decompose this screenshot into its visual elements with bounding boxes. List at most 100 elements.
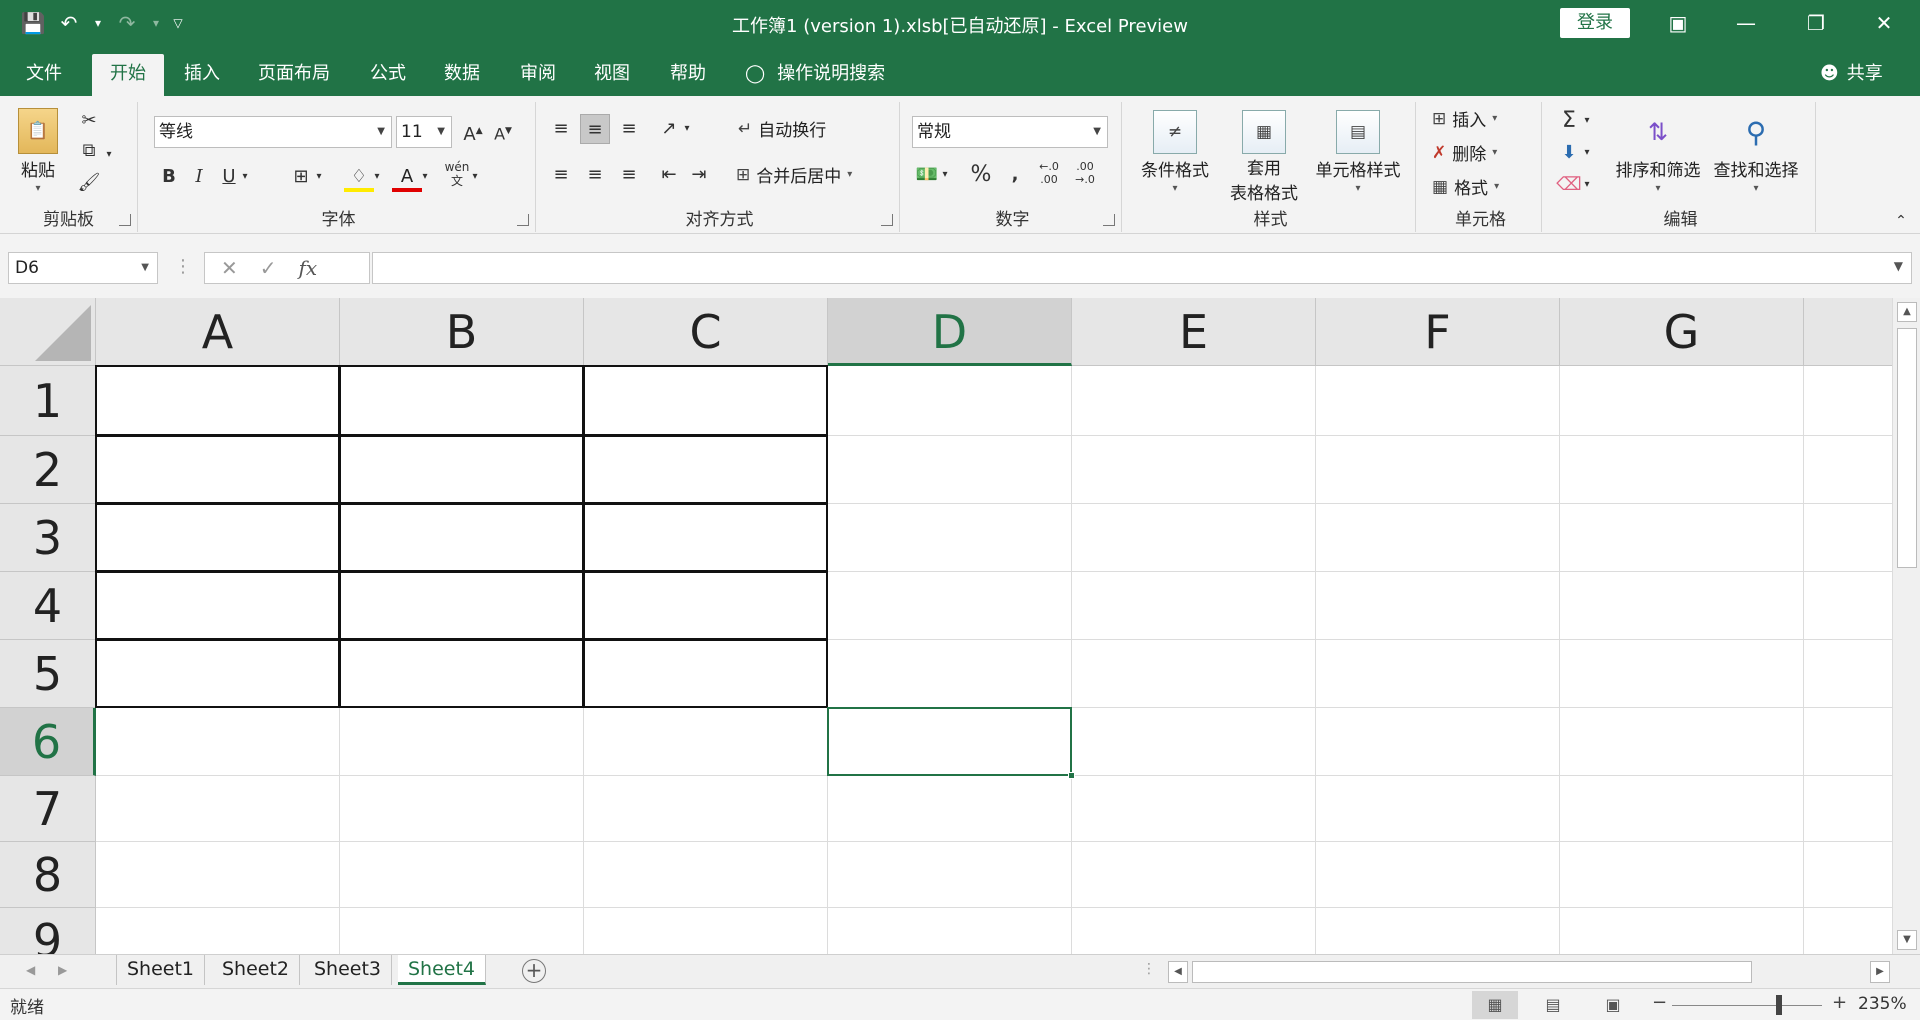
horizontal-scroll-thumb[interactable] [1192,961,1752,983]
column-header-g[interactable]: G [1560,298,1804,366]
more-options-icon[interactable]: ⋮ [168,252,198,282]
save-icon[interactable]: 💾 [20,8,46,38]
bottom-align-icon[interactable]: ≡ [614,114,644,144]
cell-d3[interactable] [828,504,1072,572]
scroll-right-icon[interactable]: ▶ [1870,961,1890,983]
close-icon[interactable]: ✕ [1864,8,1904,38]
cell-e6[interactable] [1072,708,1316,776]
cell-g3[interactable] [1560,504,1804,572]
cell-c8[interactable] [584,842,828,908]
enter-icon[interactable]: ✓ [260,256,277,280]
page-break-view-icon[interactable]: ▣ [1590,991,1636,1019]
cell-f1[interactable] [1316,366,1560,436]
cell-c9[interactable] [584,908,828,954]
cell-c2[interactable] [583,435,828,504]
cell-d8[interactable] [828,842,1072,908]
cell-f4[interactable] [1316,572,1560,640]
cell-f3[interactable] [1316,504,1560,572]
cell-b2[interactable] [339,435,584,504]
add-sheet-icon[interactable]: + [522,959,546,983]
autosum-dropdown-icon[interactable]: ▾ [1580,106,1594,136]
align-left-icon[interactable]: ≡ [546,160,576,190]
column-header-b[interactable]: B [340,298,584,366]
align-right-icon[interactable]: ≡ [614,160,644,190]
scroll-left-icon[interactable]: ◀ [1168,961,1188,983]
tab-page-layout[interactable]: 页面布局 [244,54,344,96]
row-header-7[interactable]: 7 [0,776,96,842]
copy-icon[interactable]: ⧉ [74,136,104,166]
wrap-text-button[interactable]: ↵ 自动换行 [738,116,826,142]
cell-g7[interactable] [1560,776,1804,842]
zoom-in-icon[interactable]: + [1832,992,1847,1013]
redo-icon[interactable]: ↷ [114,8,140,38]
cut-icon[interactable]: ✂ [74,106,104,136]
cell-b3[interactable] [339,503,584,572]
tell-me-search[interactable]: ◯ 操作说明搜索 [745,54,885,94]
cell-g6[interactable] [1560,708,1804,776]
cell-a1[interactable] [95,365,340,436]
row-header-5[interactable]: 5 [0,640,96,708]
align-center-icon[interactable]: ≡ [580,160,610,190]
cell-f2[interactable] [1316,436,1560,504]
vertical-scroll-thumb[interactable] [1897,328,1917,568]
expand-formula-icon[interactable]: ▼ [1894,259,1903,273]
horizontal-scrollbar[interactable]: ◀ ▶ [1166,959,1892,985]
cell-a2[interactable] [95,435,340,504]
cell-b1[interactable] [339,365,584,436]
cell-d5[interactable] [828,640,1072,708]
sheet-tab-4[interactable]: Sheet4 [398,955,487,985]
cell-c7[interactable] [584,776,828,842]
cell-f7[interactable] [1316,776,1560,842]
cell-b4[interactable] [339,571,584,640]
minimize-icon[interactable]: — [1726,8,1766,38]
undo-icon[interactable]: ↶ [56,8,82,38]
fill-dropdown-icon[interactable]: ▾ [1580,138,1594,168]
cell-a5[interactable] [95,639,340,708]
collapse-ribbon-icon[interactable]: ⌃ [1886,206,1916,236]
merge-center-button[interactable]: ⊞ 合并后居中 ▾ [736,162,852,188]
cell-f5[interactable] [1316,640,1560,708]
active-cell-selection[interactable] [827,707,1072,776]
tab-formulas[interactable]: 公式 [356,54,420,96]
increase-font-icon[interactable]: A▲ [458,116,488,146]
cell-f6[interactable] [1316,708,1560,776]
cell-e9[interactable] [1072,908,1316,954]
tab-review[interactable]: 审阅 [506,54,570,96]
comma-style-icon[interactable]: , [1000,160,1030,190]
share-button[interactable]: ☻ 共享 [1820,54,1883,94]
underline-dropdown-icon[interactable]: ▾ [238,162,252,192]
row-header-1[interactable]: 1 [0,366,96,436]
number-launcher-icon[interactable] [1103,214,1115,226]
cell-f8[interactable] [1316,842,1560,908]
cell-g5[interactable] [1560,640,1804,708]
copy-dropdown-icon[interactable]: ▾ [102,140,116,170]
bold-icon[interactable]: B [154,162,184,192]
conditional-format-button[interactable]: ≠ 条件格式 ▾ [1134,110,1216,194]
orientation-dropdown-icon[interactable]: ▾ [680,114,694,144]
zoom-slider-track[interactable] [1672,1005,1822,1006]
clipboard-launcher-icon[interactable] [119,214,131,226]
cell-b8[interactable] [340,842,584,908]
cell-c1[interactable] [583,365,828,436]
row-header-2[interactable]: 2 [0,436,96,504]
formula-input[interactable]: ▼ [372,252,1912,284]
column-header-a[interactable]: A [96,298,340,366]
tab-file[interactable]: 文件 [12,54,76,96]
cell-e5[interactable] [1072,640,1316,708]
cell-a9[interactable] [96,908,340,954]
cancel-icon[interactable]: ✕ [221,256,238,280]
cell-c4[interactable] [583,571,828,640]
row-header-3[interactable]: 3 [0,504,96,572]
format-painter-icon[interactable]: 🖌 [74,168,104,198]
scroll-down-icon[interactable]: ▼ [1897,930,1917,950]
font-size-select[interactable]: 11 ▼ [396,116,452,148]
vertical-scrollbar[interactable]: ▲ ▼ [1892,298,1920,954]
tab-insert[interactable]: 插入 [170,54,234,96]
normal-view-icon[interactable]: ▦ [1472,991,1518,1019]
undo-dropdown-icon[interactable]: ▾ [92,8,104,38]
cell-e8[interactable] [1072,842,1316,908]
alignment-launcher-icon[interactable] [881,214,893,226]
cell-e4[interactable] [1072,572,1316,640]
column-header-d[interactable]: D [828,298,1072,366]
cell-c6[interactable] [584,708,828,776]
